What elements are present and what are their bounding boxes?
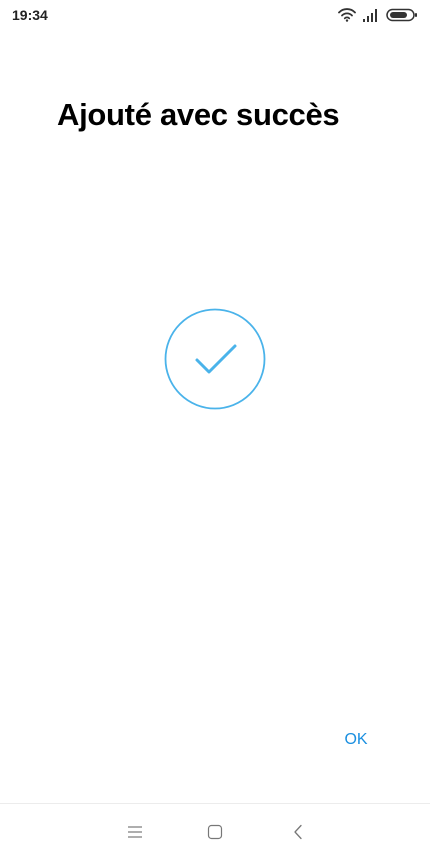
signal-icon xyxy=(362,8,380,22)
home-icon[interactable] xyxy=(203,820,227,844)
page-title: Ajouté avec succès xyxy=(57,97,340,132)
menu-icon[interactable] xyxy=(123,820,147,844)
check-circle-icon xyxy=(164,308,266,410)
back-icon[interactable] xyxy=(286,820,310,844)
status-time: 19:34 xyxy=(12,7,48,23)
status-icons xyxy=(338,6,418,24)
navigation-bar xyxy=(0,803,430,860)
wifi-icon xyxy=(338,8,356,22)
ok-button[interactable]: OK xyxy=(338,725,374,755)
status-bar: 19:34 xyxy=(0,0,430,30)
battery-icon xyxy=(386,8,418,22)
